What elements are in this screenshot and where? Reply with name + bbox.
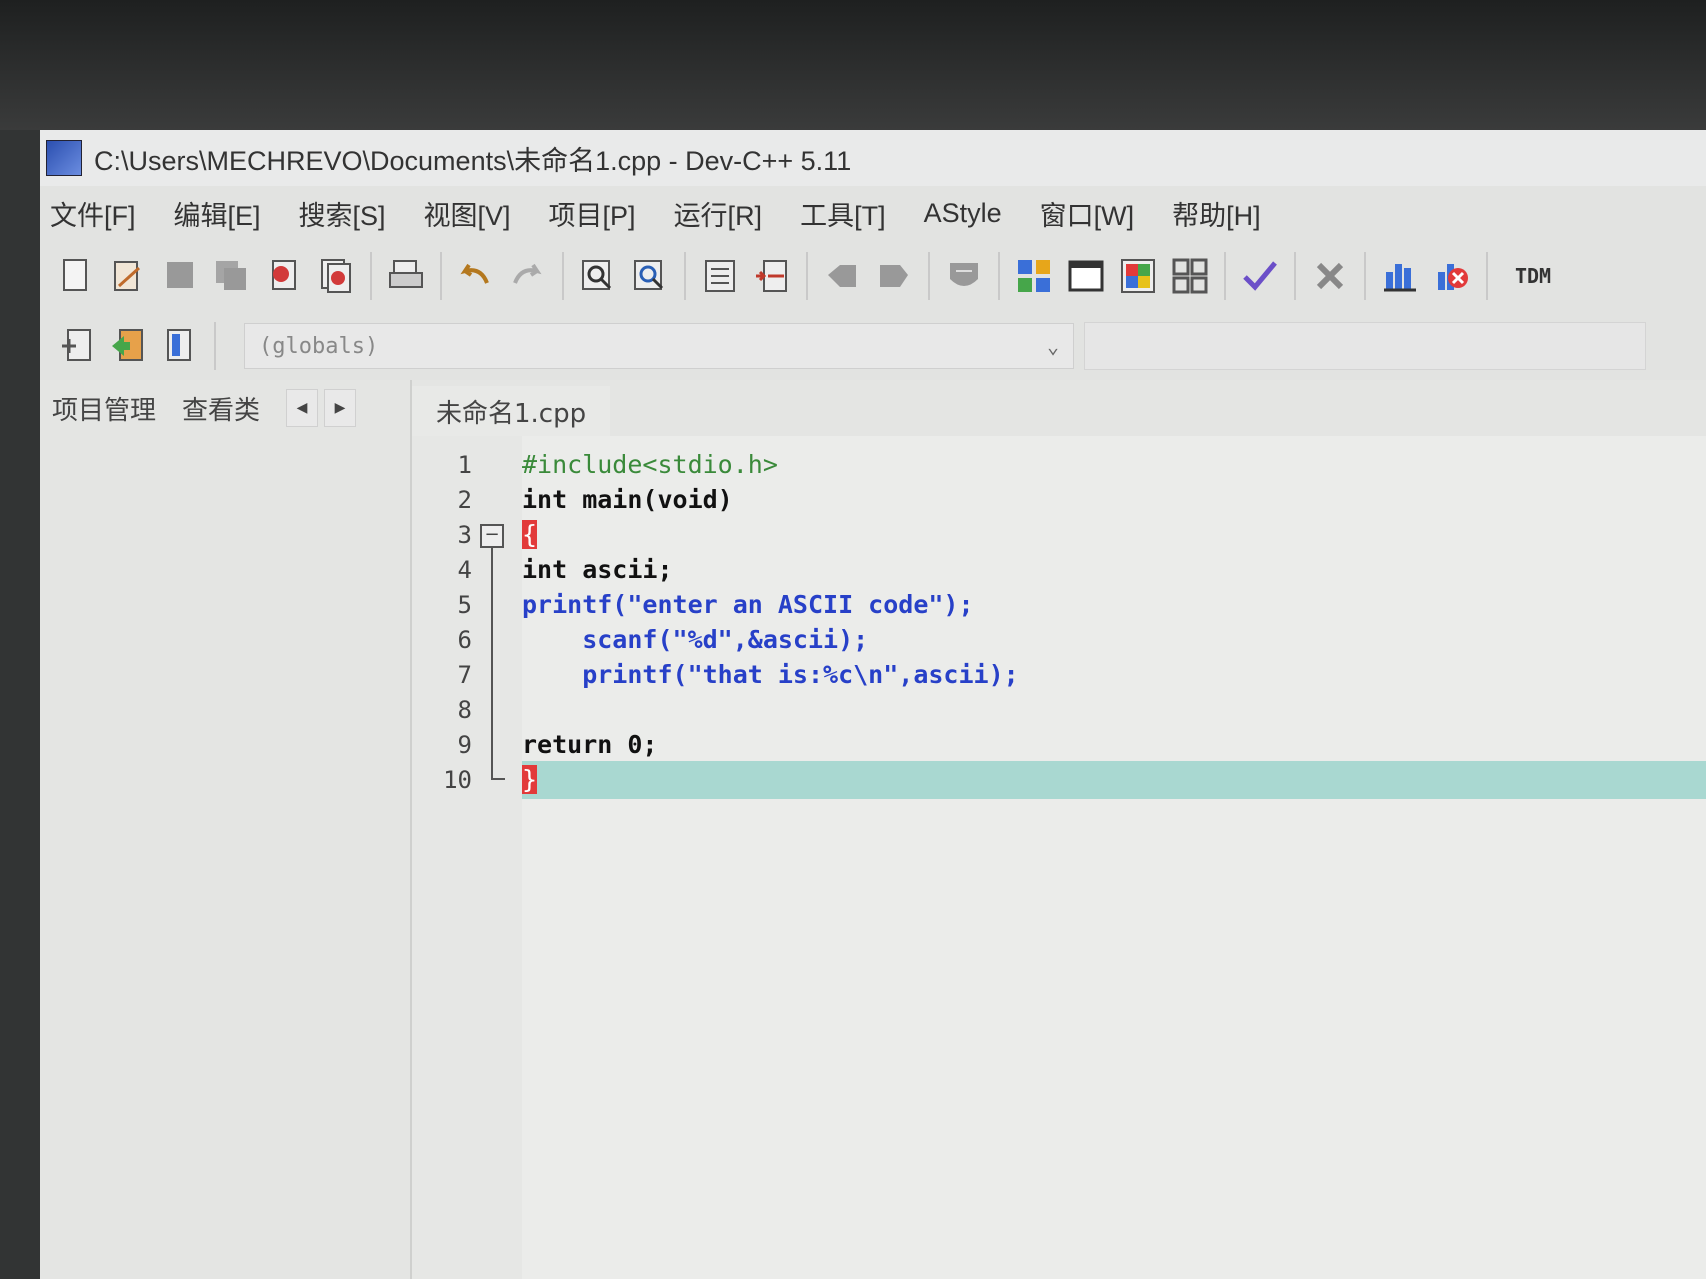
line-number: 4	[457, 556, 472, 584]
chevron-down-icon[interactable]: ⌄	[1047, 334, 1059, 358]
fold-guide-line	[491, 548, 493, 780]
goto-back-icon[interactable]	[823, 256, 861, 296]
project-panel-tabs: 项目管理 查看类 ◀ ▶	[40, 380, 410, 436]
tab-class-browser[interactable]: 查看类	[182, 390, 260, 427]
save-all-icon[interactable]	[213, 256, 251, 296]
monitor-bezel	[0, 0, 1706, 130]
tab-project-manager[interactable]: 项目管理	[52, 390, 156, 427]
menu-view[interactable]: 视图[V]	[424, 194, 511, 233]
line-number: 10	[443, 766, 472, 794]
toolbar-separator	[562, 252, 564, 300]
toolbar-separator	[1224, 252, 1226, 300]
menu-tools[interactable]: 工具[T]	[800, 194, 886, 233]
rebuild-icon[interactable]	[1171, 256, 1209, 296]
title-bar[interactable]: C:\Users\MECHREVO\Documents\未命名1.cpp - D…	[40, 130, 1706, 186]
devcpp-window: C:\Users\MECHREVO\Documents\未命名1.cpp - D…	[40, 130, 1706, 1279]
menu-run[interactable]: 运行[R]	[674, 194, 763, 233]
line-number-gutter: 1 2 3 4 5 6 7 8 9 10 −	[412, 436, 522, 1279]
delete-profile-icon[interactable]	[1433, 256, 1471, 296]
brace-match: }	[522, 765, 538, 794]
compiler-select-label[interactable]: TDM	[1503, 256, 1563, 296]
menu-edit[interactable]: 编辑[E]	[174, 194, 261, 233]
menu-file[interactable]: 文件[F]	[50, 194, 136, 233]
save-icon[interactable]	[161, 256, 199, 296]
compile-icon[interactable]	[1015, 256, 1053, 296]
toolbar-separator	[684, 252, 686, 300]
code-editor[interactable]: #include<stdio.h> int main(void) { int a…	[522, 436, 1706, 1279]
menu-search[interactable]: 搜索[S]	[299, 194, 386, 233]
function-combo[interactable]	[1084, 322, 1646, 370]
scope-combo-value: (globals)	[259, 333, 379, 359]
code-line: printf("enter an ASCII code");	[522, 590, 974, 619]
new-file-icon[interactable]	[57, 256, 95, 296]
toolbar-separator	[370, 252, 372, 300]
replace-icon[interactable]	[631, 256, 669, 296]
code-line: {	[522, 518, 538, 552]
run-window-icon[interactable]	[1067, 256, 1105, 296]
open-file-icon[interactable]	[109, 256, 147, 296]
redo-icon[interactable]	[509, 256, 547, 296]
close-file-icon[interactable]	[265, 256, 303, 296]
monitor-bezel-left	[0, 130, 40, 1279]
undo-icon[interactable]	[457, 256, 495, 296]
close-all-icon[interactable]	[317, 256, 355, 296]
menu-project[interactable]: 项目[P]	[549, 194, 636, 233]
unindent-icon[interactable]	[753, 256, 791, 296]
code-line: scanf("%d",&ascii);	[522, 625, 869, 654]
editor-tab-bar: 未命名1.cpp	[412, 380, 1706, 436]
window-title: C:\Users\MECHREVO\Documents\未命名1.cpp - D…	[94, 145, 852, 176]
toolbar-separator	[1364, 252, 1366, 300]
new-class-icon[interactable]	[57, 326, 95, 366]
menu-astyle[interactable]: AStyle	[924, 198, 1002, 229]
fold-guide-end	[491, 778, 505, 780]
line-number: 1	[457, 451, 472, 479]
line-number: 3	[457, 521, 472, 549]
indent-icon[interactable]	[701, 256, 739, 296]
line-number: 2	[457, 486, 472, 514]
current-line-highlight	[522, 761, 1706, 799]
brace-match: {	[522, 520, 538, 549]
code-line: }	[522, 763, 538, 797]
secondary-toolbar: (globals) ⌄	[50, 314, 1706, 378]
editor-file-tab[interactable]: 未命名1.cpp	[412, 386, 611, 436]
menu-help[interactable]: 帮助[H]	[1172, 194, 1261, 233]
line-number: 5	[457, 591, 472, 619]
main-toolbar: TDM	[50, 244, 1706, 308]
toolbar-separator	[440, 252, 442, 300]
syntax-check-icon[interactable]	[1241, 256, 1279, 296]
print-icon[interactable]	[387, 256, 425, 296]
line-number: 9	[457, 731, 472, 759]
toggle-panel-icon[interactable]	[161, 326, 199, 366]
code-line: return 0;	[522, 730, 658, 759]
find-icon[interactable]	[579, 256, 617, 296]
code-line: int main(void)	[522, 485, 733, 514]
tab-scroll-right-icon[interactable]: ▶	[324, 389, 357, 427]
stop-execution-icon[interactable]	[1311, 256, 1349, 296]
menu-window[interactable]: 窗口[W]	[1040, 194, 1135, 233]
devcpp-app-icon	[46, 140, 82, 176]
line-number: 7	[457, 661, 472, 689]
compile-run-icon[interactable]	[1119, 256, 1157, 296]
toolbar-separator	[214, 322, 216, 370]
code-line: printf("that is:%c\n",ascii);	[522, 660, 1019, 689]
insert-code-icon[interactable]	[109, 326, 147, 366]
profile-icon[interactable]	[1381, 256, 1419, 296]
project-panel: 项目管理 查看类 ◀ ▶	[40, 380, 412, 1279]
toolbar-separator	[1486, 252, 1488, 300]
menu-bar: 文件[F] 编辑[E] 搜索[S] 视图[V] 项目[P] 运行[R] 工具[T…	[40, 186, 1706, 240]
toolbar-separator	[1294, 252, 1296, 300]
line-number: 8	[457, 696, 472, 724]
toolbar-separator	[998, 252, 1000, 300]
fold-collapse-icon[interactable]: −	[480, 524, 504, 548]
toolbar-separator	[806, 252, 808, 300]
bookmark-icon[interactable]	[945, 256, 983, 296]
scope-combo[interactable]: (globals) ⌄	[244, 323, 1074, 369]
goto-forward-icon[interactable]	[875, 256, 913, 296]
code-line: #include<stdio.h>	[522, 450, 778, 479]
tab-scroll-left-icon[interactable]: ◀	[286, 389, 319, 427]
toolbar-separator	[928, 252, 930, 300]
line-number: 6	[457, 626, 472, 654]
code-line: int ascii;	[522, 555, 673, 584]
